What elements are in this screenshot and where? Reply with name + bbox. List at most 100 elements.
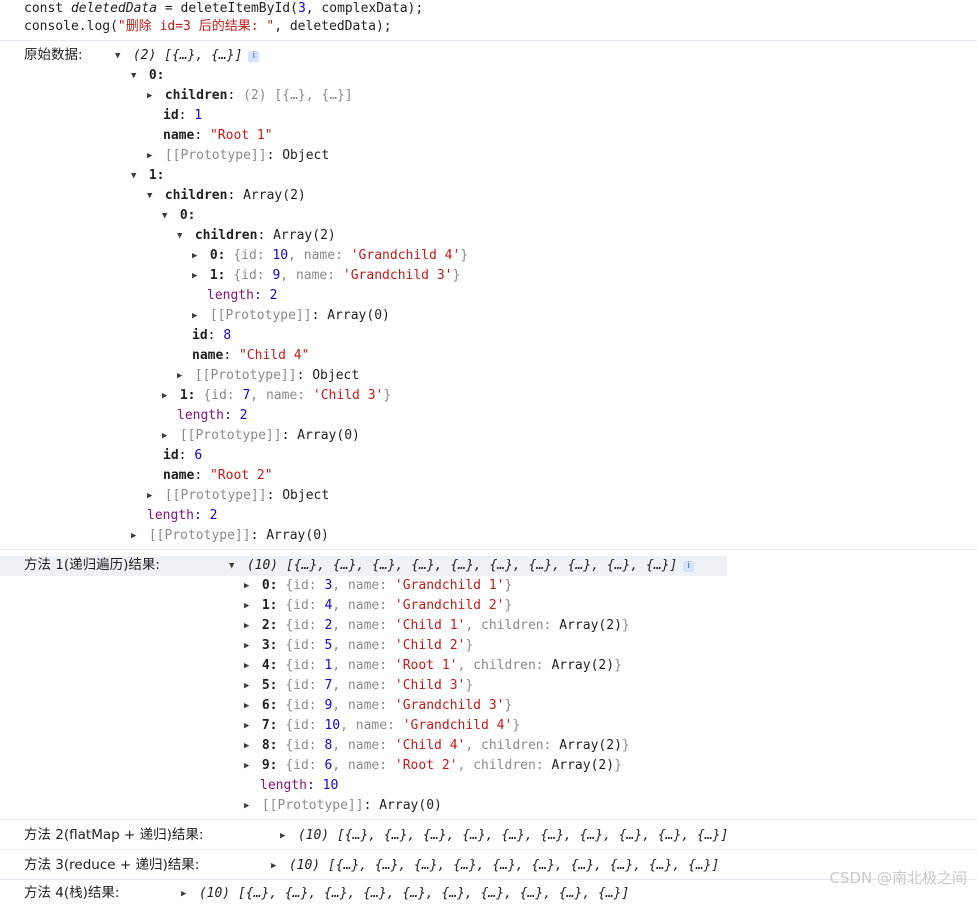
- result-item-row[interactable]: ▶ 9: {id: 6, name: 'Root 2', children: A…: [244, 756, 622, 776]
- prop-value: "Root 2": [209, 468, 273, 483]
- prop-value: Object: [282, 148, 330, 163]
- property-prototype[interactable]: ▶ [[Prototype]]: Object: [147, 486, 329, 506]
- preview-key: id: [241, 268, 257, 283]
- collapsed-triangle-icon[interactable]: ▶: [147, 86, 157, 106]
- property-prototype[interactable]: ▶ [[Prototype]]: Array(0): [244, 796, 442, 816]
- result-item-row[interactable]: ▶ 3: {id: 5, name: 'Child 2'}: [244, 636, 473, 656]
- preview-value: 10: [272, 248, 289, 263]
- collapsed-triangle-icon[interactable]: ▶: [244, 656, 254, 676]
- collapsed-triangle-icon[interactable]: ▶: [177, 366, 187, 386]
- result-item-row[interactable]: ▶ 6: {id: 9, name: 'Grandchild 3'}: [244, 696, 512, 716]
- collapsed-triangle-icon[interactable]: ▶: [244, 796, 254, 816]
- collapsed-triangle-icon[interactable]: ▶: [147, 146, 157, 166]
- expanded-triangle-icon[interactable]: ▼: [147, 186, 157, 206]
- result-item-row[interactable]: ▶ 4: {id: 1, name: 'Root 1', children: A…: [244, 656, 622, 676]
- code-token: console.log(: [24, 19, 118, 34]
- property-prototype[interactable]: ▶ [[Prototype]]: Object: [177, 366, 359, 386]
- method3-summary[interactable]: ▶ (10) [{…}, {…}, {…}, {…}, {…}, {…}, {……: [271, 856, 719, 876]
- expanded-triangle-icon[interactable]: ▼: [229, 556, 239, 576]
- expanded-triangle-icon[interactable]: ▼: [131, 66, 141, 86]
- result-item-row[interactable]: ▶ 8: {id: 8, name: 'Child 4', children: …: [244, 736, 630, 756]
- prop-value: 2: [269, 288, 278, 303]
- property-children[interactable]: ▶ children: (2) [{…}, {…}]: [147, 86, 353, 106]
- console-separator: [0, 549, 977, 550]
- property-id: id: 8: [192, 328, 232, 343]
- method4-summary[interactable]: ▶ (10) [{…}, {…}, {…}, {…}, {…}, {…}, {……: [181, 884, 629, 904]
- collapsed-triangle-icon[interactable]: ▶: [244, 576, 254, 596]
- collapsed-triangle-icon[interactable]: ▶: [192, 246, 202, 266]
- node-key: 8:: [261, 738, 278, 753]
- info-icon[interactable]: i: [248, 51, 260, 62]
- collapsed-triangle-icon[interactable]: ▶: [192, 266, 202, 286]
- prop-value: 10: [322, 778, 339, 793]
- tree-node-0[interactable]: ▼ 0:: [162, 206, 195, 226]
- prop-value: 2: [239, 408, 248, 423]
- collapsed-triangle-icon[interactable]: ▶: [181, 884, 191, 904]
- object-preview-row[interactable]: ▶ 1: {id: 9, name: 'Grandchild 3'}: [192, 266, 460, 286]
- collapsed-triangle-icon[interactable]: ▶: [271, 856, 281, 876]
- code-token: , complexData);: [305, 1, 424, 16]
- property-children[interactable]: ▼ children: Array(2): [177, 226, 336, 246]
- result-item-row[interactable]: ▶ 1: {id: 4, name: 'Grandchild 2'}: [244, 596, 512, 616]
- result-item-row[interactable]: ▶ 0: {id: 3, name: 'Grandchild 1'}: [244, 576, 512, 596]
- tree-node-0[interactable]: ▼ 0:: [131, 66, 164, 86]
- collapsed-triangle-icon[interactable]: ▶: [244, 756, 254, 776]
- log-label-method4: 方法 4(栈)结果:: [24, 885, 120, 901]
- collapsed-triangle-icon[interactable]: ▶: [244, 596, 254, 616]
- node-key: 0:: [179, 208, 196, 223]
- console-separator: [0, 819, 977, 820]
- collapsed-triangle-icon[interactable]: ▶: [131, 526, 141, 546]
- prop-key: [[Prototype]]: [164, 488, 267, 503]
- method2-summary[interactable]: ▶ (10) [{…}, {…}, {…}, {…}, {…}, {…}, {……: [280, 826, 728, 846]
- result-item-row[interactable]: ▶ 7: {id: 10, name: 'Grandchild 4'}: [244, 716, 520, 736]
- code-token: const: [24, 1, 71, 16]
- method1-summary[interactable]: ▼ (10) [{…}, {…}, {…}, {…}, {…}, {…}, {……: [229, 556, 695, 576]
- expanded-triangle-icon[interactable]: ▼: [131, 166, 141, 186]
- preview-value: Array(2): [559, 738, 622, 753]
- preview-key: id: [211, 388, 227, 403]
- collapsed-triangle-icon[interactable]: ▶: [244, 736, 254, 756]
- collapsed-triangle-icon[interactable]: ▶: [162, 426, 172, 446]
- prop-value: 8: [223, 328, 232, 343]
- node-key: 0:: [209, 248, 226, 263]
- collapsed-triangle-icon[interactable]: ▶: [147, 486, 157, 506]
- info-icon[interactable]: i: [683, 561, 695, 572]
- property-prototype[interactable]: ▶ [[Prototype]]: Array(0): [162, 426, 360, 446]
- collapsed-triangle-icon[interactable]: ▶: [244, 616, 254, 636]
- prop-value: Array(0): [379, 798, 442, 813]
- expanded-triangle-icon[interactable]: ▼: [115, 46, 125, 66]
- prop-value: Object: [312, 368, 360, 383]
- preview-value: 'Grandchild 2': [394, 598, 505, 613]
- collapsed-triangle-icon[interactable]: ▶: [162, 386, 172, 406]
- prop-value: 1: [194, 108, 203, 123]
- collapsed-triangle-icon[interactable]: ▶: [244, 636, 254, 656]
- preview-key: name: [265, 388, 298, 403]
- prop-value: "Root 1": [209, 128, 273, 143]
- property-prototype[interactable]: ▶ [[Prototype]]: Array(0): [192, 306, 390, 326]
- result-item-row[interactable]: ▶ 5: {id: 7, name: 'Child 3'}: [244, 676, 473, 696]
- collapsed-triangle-icon[interactable]: ▶: [244, 676, 254, 696]
- collapsed-triangle-icon[interactable]: ▶: [280, 826, 290, 846]
- expanded-triangle-icon[interactable]: ▼: [162, 206, 172, 226]
- result-item-row[interactable]: ▶ 2: {id: 2, name: 'Child 1', children: …: [244, 616, 630, 636]
- collapsed-triangle-icon[interactable]: ▶: [244, 696, 254, 716]
- original-summary[interactable]: ▼ (2) [{…}, {…}] i: [115, 46, 260, 66]
- prop-key: children: [164, 88, 228, 103]
- object-preview-row[interactable]: ▶ 1: {id: 7, name: 'Child 3'}: [162, 386, 391, 406]
- collapsed-triangle-icon[interactable]: ▶: [192, 306, 202, 326]
- prop-key: [[Prototype]]: [194, 368, 297, 383]
- node-key: 2:: [261, 618, 278, 633]
- prop-key: length: [260, 778, 307, 793]
- expanded-triangle-icon[interactable]: ▼: [177, 226, 187, 246]
- property-prototype[interactable]: ▶ [[Prototype]]: Array(0): [131, 526, 329, 546]
- property-prototype[interactable]: ▶ [[Prototype]]: Object: [147, 146, 329, 166]
- property-children[interactable]: ▼ children: Array(2): [147, 186, 306, 206]
- collapsed-triangle-icon[interactable]: ▶: [244, 716, 254, 736]
- array-preview: (10) [{…}, {…}, {…}, {…}, {…}, {…}, {…},…: [246, 558, 678, 573]
- tree-node-1[interactable]: ▼ 1:: [131, 166, 164, 186]
- object-preview-row[interactable]: ▶ 0: {id: 10, name: 'Grandchild 4'}: [192, 246, 468, 266]
- watermark: CSDN @南北极之间: [829, 869, 967, 887]
- property-length: length: 10: [260, 778, 339, 793]
- prop-key: [[Prototype]]: [261, 798, 364, 813]
- prop-value: "Child 4": [238, 348, 310, 363]
